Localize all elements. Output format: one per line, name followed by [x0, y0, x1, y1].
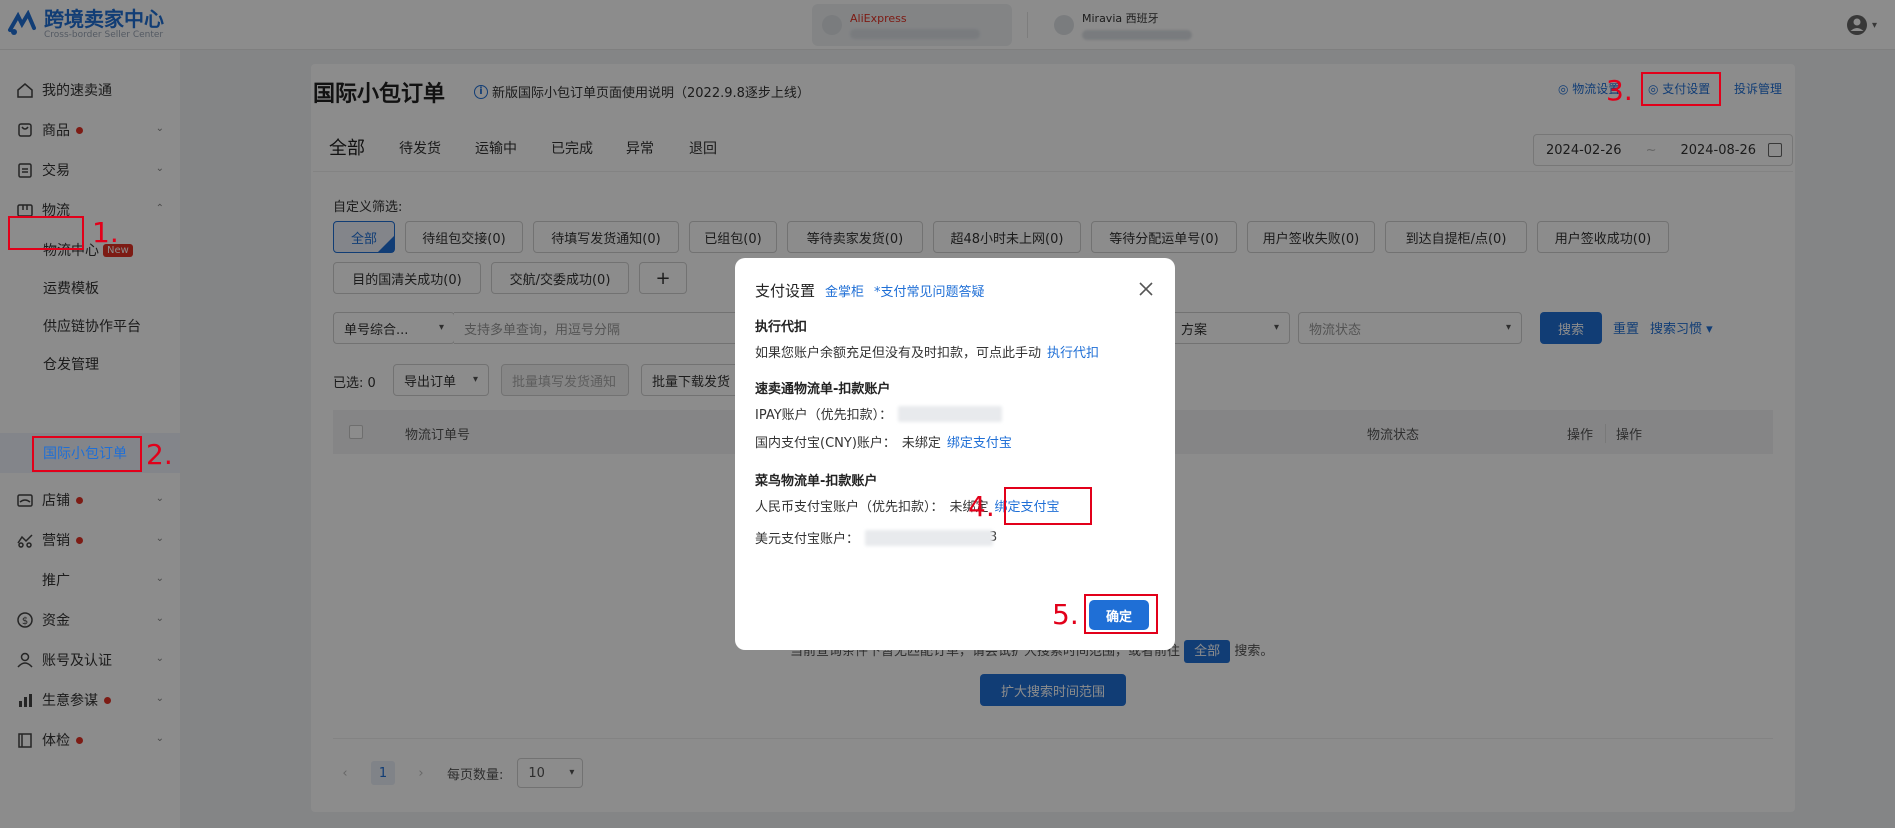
section-title-auto-deduct: 执行代扣 — [755, 320, 808, 335]
cny-label: 国内支付宝(CNY)账户： — [755, 436, 896, 451]
close-icon[interactable] — [1137, 280, 1155, 298]
modal-title-text: 支付设置 — [755, 282, 816, 300]
annotation-box-confirm — [1084, 594, 1158, 634]
annotation-box-bind-alipay — [1004, 487, 1092, 525]
ipay-account-line: IPAY账户（优先扣款）： — [755, 404, 1003, 423]
ipay-label: IPAY账户（优先扣款）： — [755, 408, 893, 423]
usd-alipay-line: 美元支付宝账户： 3 — [755, 528, 997, 547]
usd-account-blurred — [865, 529, 994, 546]
cny-alipay-line: 国内支付宝(CNY)账户： 未绑定 绑定支付宝 — [755, 432, 1012, 451]
annotation-step-5: 5. — [1052, 598, 1079, 631]
bind-alipay-link-cny[interactable]: 绑定支付宝 — [947, 432, 1012, 451]
annotation-box-payment-settings — [1641, 72, 1721, 106]
auto-deduct-line: 如果您账户余额充足但没有及时扣款，可点此手动 执行代扣 — [755, 342, 1099, 361]
annotation-step-2: 2. — [146, 438, 173, 471]
section-title-cainiao-account: 菜鸟物流单-扣款账户 — [755, 474, 878, 489]
annotation-step-4: 4. — [968, 490, 995, 523]
payment-faq-link[interactable]: *支付常见问题答疑 — [874, 281, 985, 300]
annotation-box-logistics — [8, 216, 84, 250]
modal-title: 支付设置 金掌柜 *支付常见问题答疑 — [755, 280, 985, 301]
cny-status: 未绑定 — [901, 436, 941, 451]
annotation-box-intl-parcel — [32, 436, 142, 472]
annotation-step-1: 1. — [92, 216, 119, 249]
annotation-step-3: 3. — [1606, 74, 1633, 107]
payment-settings-modal: 支付设置 金掌柜 *支付常见问题答疑 执行代扣 如果您账户余额充足但没有及时扣款… — [735, 258, 1175, 650]
jinzhanggui-link[interactable]: 金掌柜 — [825, 281, 864, 300]
auto-deduct-text: 如果您账户余额充足但没有及时扣款，可点此手动 — [755, 346, 1042, 361]
section-title-aliexpress-account: 速卖通物流单-扣款账户 — [755, 382, 891, 397]
usd-label: 美元支付宝账户： — [755, 532, 860, 547]
rmb-label: 人民币支付宝账户（优先扣款）： — [755, 500, 944, 515]
ipay-account-blurred — [898, 405, 1003, 422]
execute-deduct-link[interactable]: 执行代扣 — [1047, 342, 1099, 361]
